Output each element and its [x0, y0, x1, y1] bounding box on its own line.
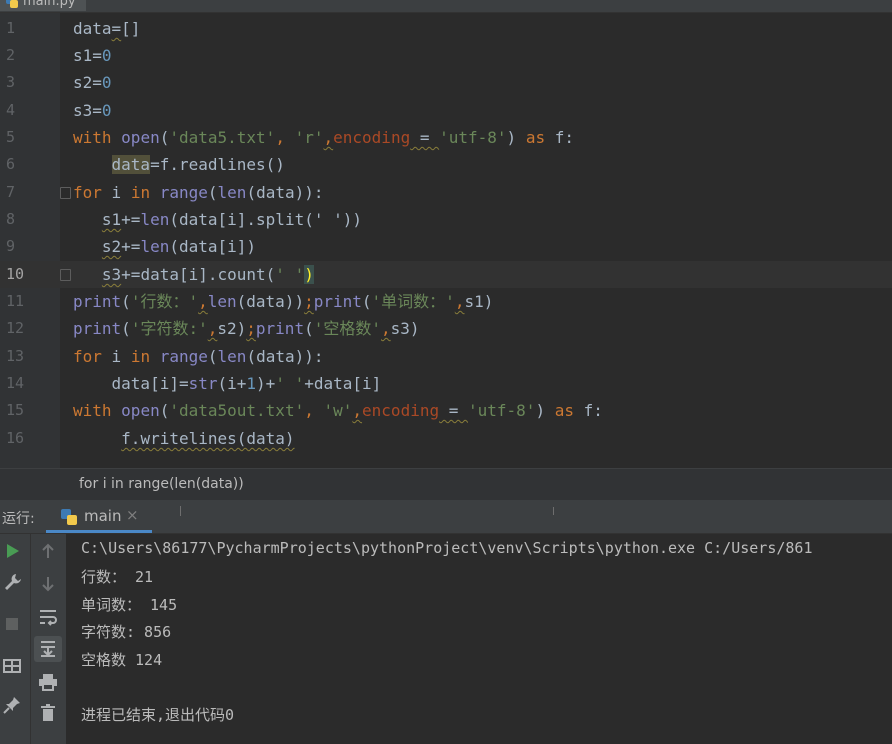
line-number: 8 [6, 210, 16, 228]
python-file-icon [6, 0, 18, 8]
line-number: 5 [6, 128, 16, 146]
code-line[interactable]: 7 for i in range(len(data)): [0, 179, 892, 206]
fold-marker-icon[interactable] [60, 269, 71, 281]
code-line[interactable]: 6 data=f.readlines() [0, 151, 892, 178]
editor-tab-label: main.py [23, 0, 76, 9]
line-number: 13 [6, 347, 25, 365]
scroll-to-end-toggle[interactable] [34, 636, 62, 662]
line-number: 14 [6, 374, 25, 392]
python-icon [61, 509, 77, 525]
arrow-down-icon[interactable] [40, 576, 56, 592]
line-number: 7 [6, 183, 16, 201]
run-right-toolbar [30, 534, 66, 744]
layout-icon[interactable] [3, 658, 21, 674]
code-line[interactable]: 16 f.writelines(data) [0, 425, 892, 452]
line-number: 15 [6, 401, 25, 419]
line-number: 6 [6, 155, 16, 173]
line-number: 4 [6, 101, 16, 119]
editor-tab-main[interactable]: main.py [0, 0, 86, 11]
code-line[interactable]: 5 with open('data5.txt', 'r',encoding = … [0, 124, 892, 151]
code-text: s2+=len(data[i]) [101, 237, 257, 256]
line-number: 12 [6, 319, 25, 337]
editor-tab-bar: main.py [0, 0, 892, 13]
stop-icon[interactable] [4, 616, 20, 632]
code-text: data=[] [73, 19, 141, 38]
code-text: data=f.readlines() [111, 155, 285, 174]
line-number: 11 [6, 292, 25, 310]
line-number: 10 [6, 265, 25, 283]
code-line-current[interactable]: 10 s3+=data[i].count(' ') [0, 261, 892, 288]
code-text: for i in range(len(data)): [73, 347, 324, 366]
line-number: 2 [6, 46, 16, 64]
code-line[interactable]: 9 s2+=len(data[i]) [0, 233, 892, 260]
soft-wrap-icon[interactable] [38, 608, 58, 626]
code-text: s2=0 [73, 73, 112, 92]
line-number: 16 [6, 429, 25, 447]
code-text: s1=0 [73, 46, 112, 65]
code-line[interactable]: 2 s1=0 [0, 42, 892, 69]
console-line: C:\Users\86177\PycharmProjects\pythonPro… [81, 539, 813, 557]
code-line[interactable]: 15 with open('data5out.txt', 'w',encodin… [0, 397, 892, 424]
console-output[interactable]: C:\Users\86177\PycharmProjects\pythonPro… [66, 534, 892, 744]
code-text: print('行数：',len(data));print('单词数：',s1) [73, 292, 494, 311]
code-text: data[i]=str(i+1)+' '+data[i] [73, 374, 382, 393]
scroll-to-end-icon [41, 641, 55, 657]
code-line[interactable]: 14 data[i]=str(i+1)+' '+data[i] [0, 370, 892, 397]
breadcrumb-item[interactable]: for i in range(len(data)) [79, 476, 244, 492]
code-text: print('字符数:',s2);print('空格数',s3) [73, 319, 420, 338]
separator [180, 506, 181, 516]
code-line[interactable]: 13 for i in range(len(data)): [0, 343, 892, 370]
code-line[interactable]: 11 print('行数：',len(data));print('单词数：',s… [0, 288, 892, 315]
wrench-icon[interactable] [3, 572, 23, 592]
console-line: 字符数: 856 [81, 623, 172, 641]
line-number: 3 [6, 73, 16, 91]
console-line: 单词数： 145 [81, 596, 178, 614]
arrow-up-icon[interactable] [40, 543, 56, 559]
run-icon[interactable] [5, 543, 21, 559]
separator [553, 507, 554, 515]
console-line: 空格数 124 [81, 651, 163, 669]
code-line[interactable]: 4 s3=0 [0, 97, 892, 124]
code-text: s3+=data[i].count(' ') [101, 265, 314, 284]
console-line: 进程已结束,退出代码0 [81, 706, 235, 724]
print-icon[interactable] [38, 673, 58, 691]
console-line: 行数： 21 [81, 568, 154, 586]
code-text: for i in range(len(data)): [73, 183, 324, 202]
code-text: with open('data5.txt', 'r',encoding = 'u… [73, 128, 574, 147]
run-left-toolbar [0, 534, 30, 744]
code-line[interactable]: 8 s1+=len(data[i].split(' ')) [0, 206, 892, 233]
code-line[interactable]: 3 s2=0 [0, 69, 892, 96]
run-tab-label: main [84, 507, 122, 525]
code-editor[interactable]: 1 data=[] 2 s1=0 3 s2=0 4 s3=0 5 with op… [0, 13, 892, 468]
code-text: f.writelines(data) [121, 429, 295, 448]
run-panel-header: 运行: main × [0, 500, 892, 534]
code-line[interactable]: 1 data=[] [0, 15, 892, 42]
run-tab-main[interactable]: main × [46, 500, 152, 533]
code-text: s3=0 [73, 101, 112, 120]
run-panel-label: 运行: [2, 511, 35, 527]
code-text: with open('data5out.txt', 'w',encoding =… [73, 401, 603, 420]
breadcrumb[interactable]: for i in range(len(data)) [0, 468, 892, 501]
line-number: 9 [6, 237, 16, 255]
fold-marker-icon[interactable] [60, 187, 71, 199]
code-line[interactable]: 12 print('字符数:',s2);print('空格数',s3) [0, 315, 892, 342]
code-text: s1+=len(data[i].split(' ')) [101, 210, 362, 229]
trash-icon[interactable] [40, 704, 56, 722]
pin-icon[interactable] [3, 696, 21, 716]
close-icon[interactable]: × [126, 506, 139, 524]
line-number: 1 [6, 19, 16, 37]
